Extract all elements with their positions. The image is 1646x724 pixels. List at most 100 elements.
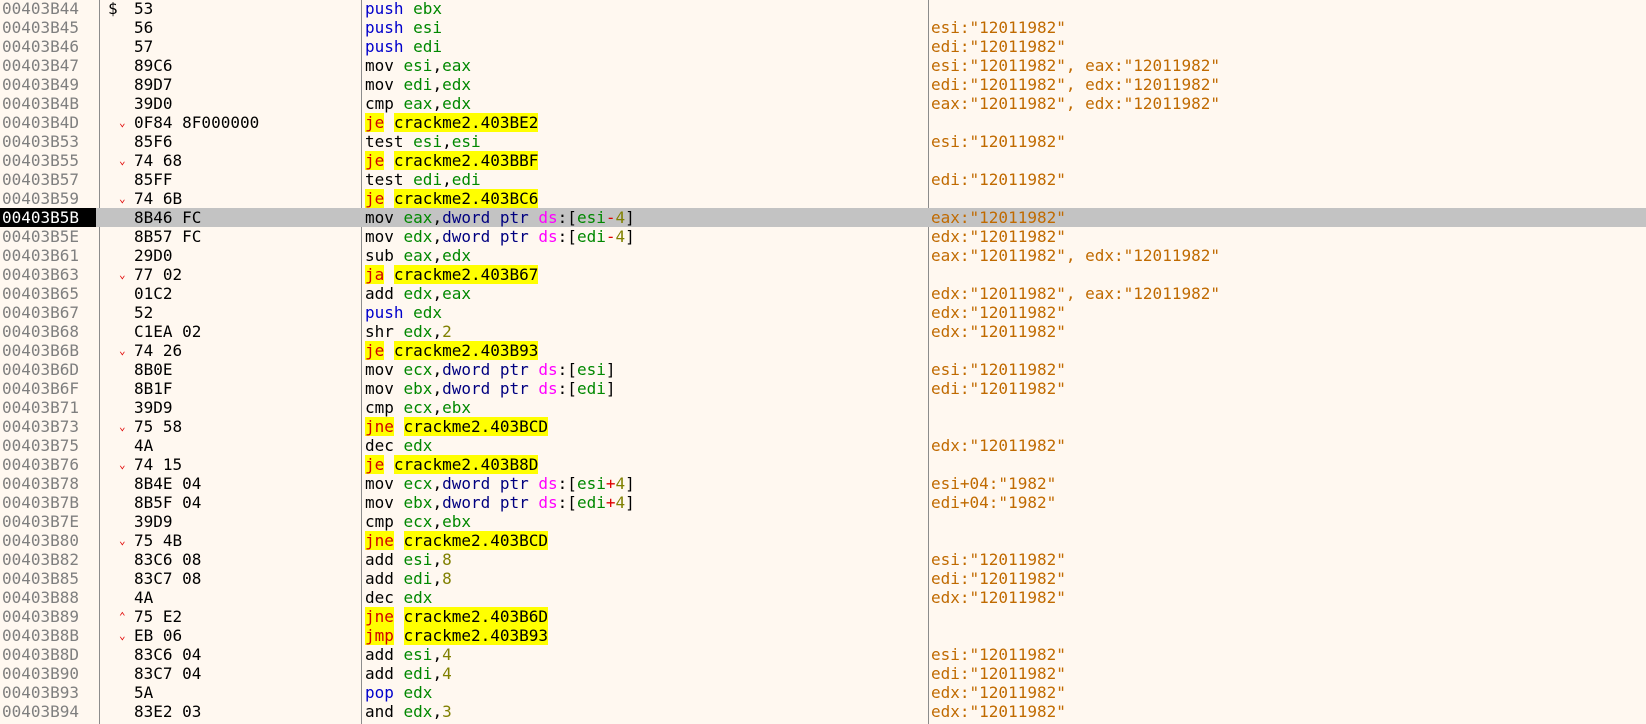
instruction-row[interactable]: 00403B89 ⌃ 75 E2 jne crackme2.403B6D (0, 607, 1646, 626)
bytes-cell[interactable]: 8B46 FC (134, 208, 201, 227)
disassembly-cell[interactable]: ja crackme2.403B67 (365, 265, 539, 284)
instruction-row[interactable]: 00403B6D 8B0E mov ecx,dword ptr ds:[esi] es… (0, 360, 1646, 379)
instruction-row[interactable]: 00403B75 4A dec edx edx:"12011982" (0, 436, 1646, 455)
address-cell[interactable]: 00403B65 (0, 284, 96, 303)
bytes-cell[interactable]: 74 6B (134, 189, 182, 208)
address-cell[interactable]: 00403B88 (0, 588, 96, 607)
bytes-cell[interactable]: 74 15 (134, 455, 182, 474)
disassembly-cell[interactable]: je crackme2.403B93 (365, 341, 539, 360)
instruction-row[interactable]: 00403B4B 39D0 cmp eax,edx eax:"12011982", e… (0, 94, 1646, 113)
bytes-cell[interactable]: 83C7 08 (134, 569, 201, 588)
address-cell[interactable]: 00403B68 (0, 322, 96, 341)
instruction-row[interactable]: 00403B88 4A dec edx edx:"12011982" (0, 588, 1646, 607)
address-cell[interactable]: 00403B7E (0, 512, 96, 531)
comment-cell[interactable]: edx:"12011982" (931, 322, 1066, 341)
instruction-row[interactable]: 00403B6B ⌄ 74 26 je crackme2.403B93 (0, 341, 1646, 360)
disassembly-cell[interactable]: add edi,4 (365, 664, 452, 683)
address-cell[interactable]: 00403B44 (0, 0, 96, 18)
comment-cell[interactable]: esi:"12011982" (931, 132, 1066, 151)
bytes-cell[interactable]: 8B4E 04 (134, 474, 201, 493)
address-cell[interactable]: 00403B49 (0, 75, 96, 94)
comment-cell[interactable]: edx:"12011982" (931, 436, 1066, 455)
instruction-row[interactable]: 00403B53 85F6 test esi,esi esi:"12011982" (0, 132, 1646, 151)
bytes-cell[interactable]: 74 26 (134, 341, 182, 360)
address-cell[interactable]: 00403B76 (0, 455, 96, 474)
disassembly-cell[interactable]: mov esi,eax (365, 56, 471, 75)
instruction-row[interactable]: 00403B65 01C2 add edx,eax edx:"12011982", e… (0, 284, 1646, 303)
bytes-cell[interactable]: 39D9 (134, 512, 173, 531)
bytes-cell[interactable]: 53 (134, 0, 153, 18)
address-cell[interactable]: 00403B59 (0, 189, 96, 208)
address-cell[interactable]: 00403B6F (0, 379, 96, 398)
instruction-row[interactable]: 00403B44 $53 push ebx (0, 0, 1646, 18)
address-cell[interactable]: 00403B7B (0, 493, 96, 512)
instruction-row[interactable]: 00403B78 8B4E 04 mov ecx,dword ptr ds:[esi… (0, 474, 1646, 493)
comment-cell[interactable]: edi:"12011982" (931, 569, 1066, 588)
bytes-cell[interactable]: 85F6 (134, 132, 173, 151)
address-cell[interactable]: 00403B82 (0, 550, 96, 569)
comment-cell[interactable]: edi:"12011982" (931, 37, 1066, 56)
comment-cell[interactable]: esi:"12011982" (931, 645, 1066, 664)
disassembly-cell[interactable]: dec edx (365, 588, 432, 607)
instruction-row[interactable]: 00403B8D 83C6 04 add esi,4 esi:"12011982" (0, 645, 1646, 664)
disassembly-cell[interactable]: mov ebx,dword ptr ds:[edi+4] (365, 493, 635, 512)
disassembly-cell[interactable]: mov eax,dword ptr ds:[esi-4] (365, 208, 635, 227)
bytes-cell[interactable]: 52 (134, 303, 153, 322)
bytes-cell[interactable]: EB 06 (134, 626, 182, 645)
disassembly-cell[interactable]: cmp ecx,ebx (365, 398, 471, 417)
instruction-row[interactable]: 00403B73 ⌄ 75 58 jne crackme2.403BCD (0, 417, 1646, 436)
disassembly-cell[interactable]: je crackme2.403BC6 (365, 189, 539, 208)
bytes-cell[interactable]: 83C6 08 (134, 550, 201, 569)
address-cell[interactable]: 00403B8D (0, 645, 96, 664)
disassembly-view[interactable]: 00403B44 $53 push ebx 00403B45 56 push esi esi… (0, 0, 1646, 724)
address-cell[interactable]: 00403B5B (0, 208, 96, 227)
address-cell[interactable]: 00403B63 (0, 265, 96, 284)
disassembly-cell[interactable]: je crackme2.403B8D (365, 455, 539, 474)
address-cell[interactable]: 00403B47 (0, 56, 96, 75)
disassembly-cell[interactable]: jmp crackme2.403B93 (365, 626, 549, 645)
address-cell[interactable]: 00403B67 (0, 303, 96, 322)
instruction-row[interactable]: 00403B49 89D7 mov edi,edx edi:"12011982", e… (0, 75, 1646, 94)
disassembly-cell[interactable]: add edx,eax (365, 284, 471, 303)
instruction-row[interactable]: 00403B5E 8B57 FC mov edx,dword ptr ds:[edi… (0, 227, 1646, 246)
bytes-cell[interactable]: 39D9 (134, 398, 173, 417)
address-cell[interactable]: 00403B75 (0, 436, 96, 455)
disassembly-cell[interactable]: mov ecx,dword ptr ds:[esi+4] (365, 474, 635, 493)
comment-cell[interactable]: esi:"12011982" (931, 18, 1066, 37)
comment-cell[interactable]: edi:"12011982", edx:"12011982" (931, 75, 1220, 94)
address-cell[interactable]: 00403B5E (0, 227, 96, 246)
instruction-row[interactable]: 00403B63 ⌄ 77 02 ja crackme2.403B67 (0, 265, 1646, 284)
address-cell[interactable]: 00403B6B (0, 341, 96, 360)
comment-cell[interactable]: esi:"12011982", eax:"12011982" (931, 56, 1220, 75)
address-cell[interactable]: 00403B8B (0, 626, 96, 645)
instruction-row[interactable]: 00403B71 39D9 cmp ecx,ebx (0, 398, 1646, 417)
disassembly-cell[interactable]: mov ecx,dword ptr ds:[esi] (365, 360, 615, 379)
address-cell[interactable]: 00403B57 (0, 170, 96, 189)
bytes-cell[interactable]: 77 02 (134, 265, 182, 284)
bytes-cell[interactable]: 29D0 (134, 246, 173, 265)
disassembly-cell[interactable]: push ebx (365, 0, 442, 18)
instruction-row[interactable]: 00403B47 89C6 mov esi,eax esi:"12011982", e… (0, 56, 1646, 75)
bytes-cell[interactable]: 83C7 04 (134, 664, 201, 683)
address-cell[interactable]: 00403B93 (0, 683, 96, 702)
comment-cell[interactable]: edi:"12011982" (931, 664, 1066, 683)
bytes-cell[interactable]: 5A (134, 683, 153, 702)
address-cell[interactable]: 00403B80 (0, 531, 96, 550)
disassembly-cell[interactable]: mov ebx,dword ptr ds:[edi] (365, 379, 615, 398)
instruction-row[interactable]: 00403B57 85FF test edi,edi edi:"12011982" (0, 170, 1646, 189)
disassembly-cell[interactable]: push esi (365, 18, 442, 37)
bytes-cell[interactable]: 56 (134, 18, 153, 37)
comment-cell[interactable]: eax:"12011982", edx:"12011982" (931, 94, 1220, 113)
instruction-row[interactable]: 00403B6F 8B1F mov ebx,dword ptr ds:[edi] ed… (0, 379, 1646, 398)
disassembly-cell[interactable]: test esi,esi (365, 132, 481, 151)
instruction-row[interactable]: 00403B46 57 push edi edi:"12011982" (0, 37, 1646, 56)
disassembly-cell[interactable]: cmp ecx,ebx (365, 512, 471, 531)
disassembly-cell[interactable]: je crackme2.403BBF (365, 151, 539, 170)
address-cell[interactable]: 00403B61 (0, 246, 96, 265)
bytes-cell[interactable]: C1EA 02 (134, 322, 201, 341)
comment-cell[interactable]: eax:"12011982" (931, 208, 1066, 227)
comment-cell[interactable]: edx:"12011982", eax:"12011982" (931, 284, 1220, 303)
bytes-cell[interactable]: 8B1F (134, 379, 173, 398)
disassembly-cell[interactable]: and edx,3 (365, 702, 452, 721)
instruction-row[interactable]: 00403B59 ⌄ 74 6B je crackme2.403BC6 (0, 189, 1646, 208)
